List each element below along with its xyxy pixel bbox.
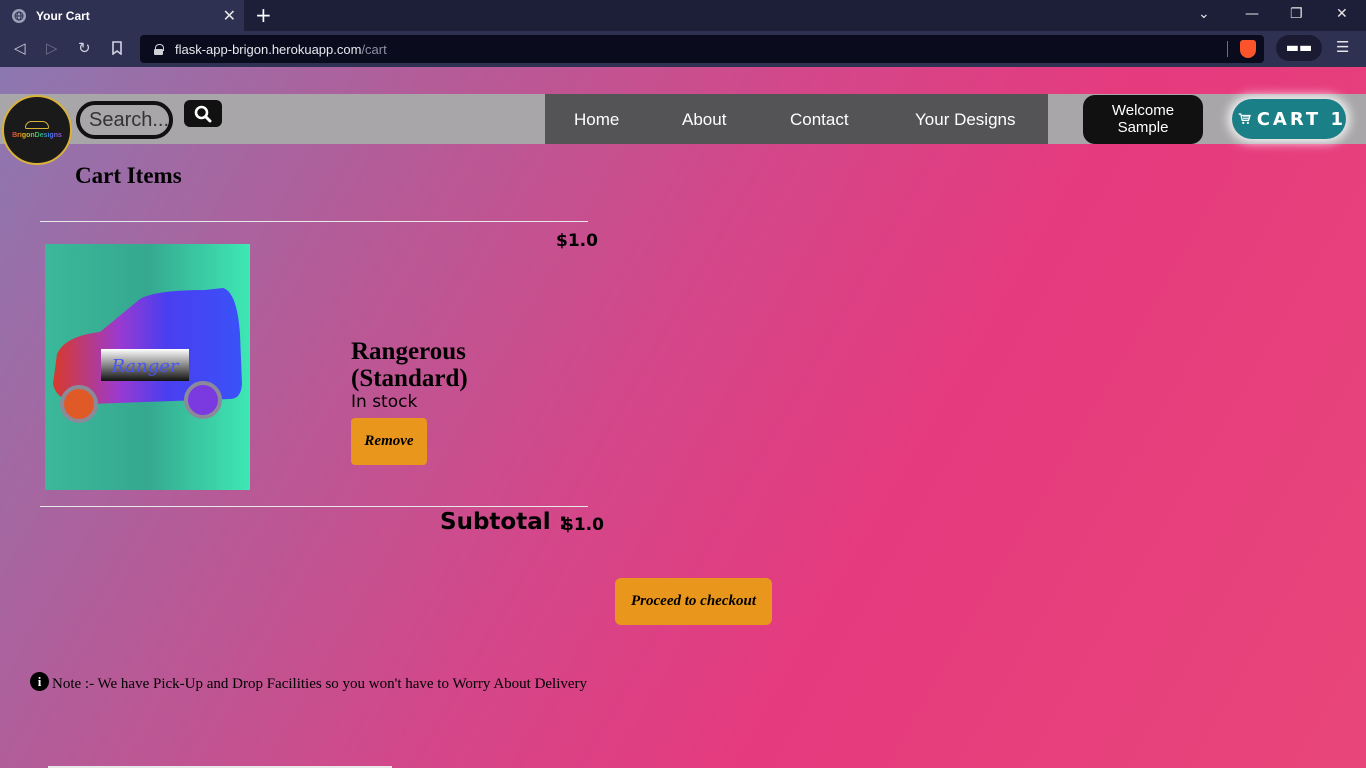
note-text: Note :- We have Pick-Up and Drop Facilit… [52,676,588,692]
forward-icon[interactable]: ▷ [46,39,58,57]
nav-about[interactable]: About [682,110,726,130]
cart-button[interactable]: CART 1 [1232,99,1346,139]
info-icon: i [30,672,49,691]
cart-label: CART 1 [1256,108,1346,130]
main-nav: Home About Contact Your Designs [545,94,1048,144]
divider [40,506,588,507]
bookmark-icon[interactable] [111,39,123,59]
nav-your-designs[interactable]: Your Designs [915,110,1016,130]
car-logo-icon [25,121,49,129]
tab-title: Your Cart [36,8,90,23]
subtotal-label: Subtotal : [440,509,568,535]
minimize-icon[interactable]: — [1245,6,1259,22]
delivery-note: i Note :- We have Pick-Up and Drop Facil… [30,672,588,693]
nav-contact[interactable]: Contact [790,110,849,130]
item-price: $1.0 [556,231,598,251]
item-name[interactable]: Rangerous (Standard) [351,338,551,392]
brave-shield-icon[interactable] [1240,40,1256,58]
welcome-label: Welcome [1111,102,1175,119]
url-separator [1227,41,1228,57]
reload-icon[interactable]: ↻ [78,39,91,57]
globe-icon [12,8,26,23]
subtotal-value: $1.0 [562,515,604,535]
site-logo[interactable]: BrigonDesigns [2,95,72,165]
sunglasses-extension-icon[interactable]: ▬▬ [1276,35,1322,61]
search-input[interactable] [76,101,173,139]
remove-button[interactable]: Remove [351,418,427,465]
lock-icon [154,43,164,55]
url-path: /cart [361,41,387,57]
shopping-cart-icon [1238,113,1251,125]
cart-count: 1 [1330,108,1346,130]
welcome-username: Sample [1117,119,1169,136]
close-window-icon[interactable]: ✕ [1336,6,1348,22]
checkout-button[interactable]: Proceed to checkout [615,578,772,625]
logo-text: BrigonDesigns [12,132,62,139]
restore-icon[interactable]: ❐ [1290,6,1303,22]
back-icon[interactable]: ◁ [14,39,26,57]
search-button[interactable] [184,100,222,127]
search-icon [194,105,212,122]
divider [40,221,588,222]
browser-tab-strip: Your Cart ✕ + ⌄ — ❐ ✕ [0,0,1366,31]
browser-menu-icon[interactable]: ☰ [1336,38,1349,56]
product-image-label: Ranger [110,356,179,377]
welcome-user[interactable]: Welcome Sample [1083,95,1203,144]
close-tab-icon[interactable]: ✕ [223,6,236,25]
nav-home[interactable]: Home [574,110,619,130]
page-title: Cart Items [75,163,182,188]
product-image[interactable]: Ranger [45,244,250,490]
browser-toolbar: ◁ ▷ ↻ flask-app-brigon.herokuapp.com/car… [0,31,1366,67]
new-tab-icon[interactable]: + [255,3,272,27]
tab-search-icon[interactable]: ⌄ [1198,6,1210,22]
page: BrigonDesigns Home About Contact Your De… [0,67,1366,768]
item-stock: In stock [351,392,418,412]
browser-tab[interactable]: Your Cart ✕ [0,0,244,31]
address-bar[interactable]: flask-app-brigon.herokuapp.com/cart [140,35,1264,63]
url-host: flask-app-brigon.herokuapp.com [175,41,362,57]
